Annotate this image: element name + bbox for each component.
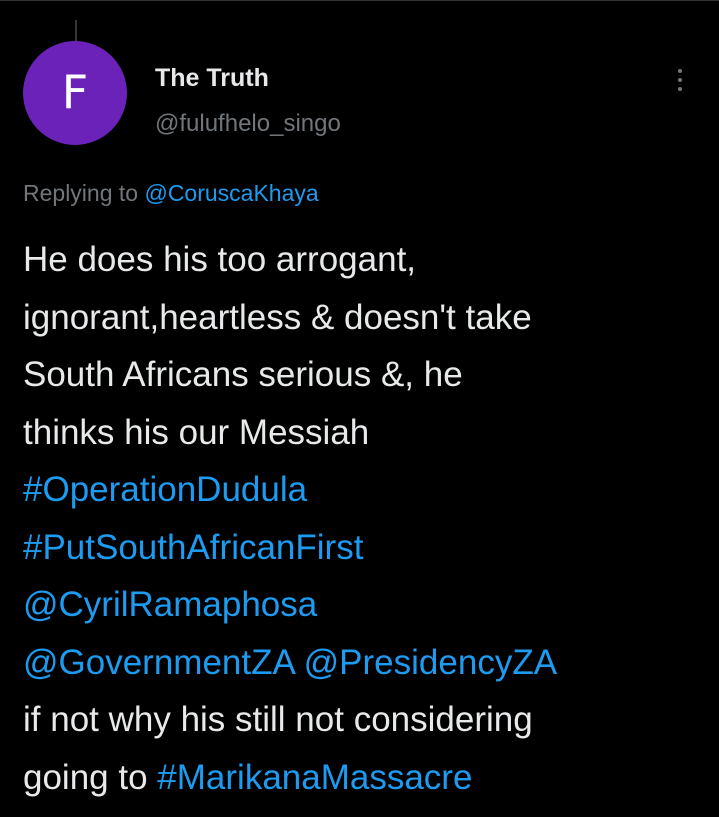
thread-connector-line xyxy=(75,20,77,42)
avatar[interactable]: F xyxy=(23,41,127,145)
tweet-text-line: @CyrilRamaphosa xyxy=(23,576,713,634)
author-handle[interactable]: @fulufhelo_singo xyxy=(155,110,341,138)
tweet-text-line: South Africans serious &, he xyxy=(23,355,463,394)
hashtag-link-operation-dudula[interactable]: #OperationDudula xyxy=(23,470,307,509)
tweet-text-line: ignorant,heartless & doesn't take xyxy=(23,297,532,337)
tweet-text-line: #PutSouthAfricanFirst xyxy=(23,519,713,577)
hashtag-link-marikana-massacre[interactable]: #MarikanaMassacre xyxy=(157,758,472,797)
more-vertical-icon-dot xyxy=(678,78,682,82)
tweet-text-line: He does his too arrogant, xyxy=(23,240,417,279)
more-options-button[interactable] xyxy=(664,62,696,98)
tweet-text-line: thinks his our Messiah xyxy=(23,412,370,452)
replying-to-prefix: Replying to xyxy=(23,180,139,206)
tweet-text: He does his too arrogant, ignorant,heart… xyxy=(23,231,713,806)
mention-link-cyril-ramaphosa[interactable]: @CyrilRamaphosa xyxy=(23,585,317,624)
more-vertical-icon-dot xyxy=(678,87,682,91)
more-vertical-icon xyxy=(678,69,682,73)
author-display-name[interactable]: The Truth xyxy=(155,64,269,93)
mention-link-presidency-za[interactable]: @PresidencyZA xyxy=(304,643,557,682)
avatar-letter: F xyxy=(61,65,89,119)
tweet-text-line: #OperationDudula xyxy=(23,461,713,519)
replying-to: Replying to @CoruscaKhaya xyxy=(23,180,319,207)
hashtag-link-put-south-african-first[interactable]: #PutSouthAfricanFirst xyxy=(23,528,363,567)
top-divider xyxy=(0,0,719,1)
tweet-text-fragment: going to xyxy=(23,757,148,797)
tweet-text-line: if not why his still not considering xyxy=(23,700,533,739)
tweet-text-line: going to #MarikanaMassacre xyxy=(23,749,713,807)
mention-link-government-za[interactable]: @GovernmentZA xyxy=(23,643,294,682)
tweet-text-line: @GovernmentZA @PresidencyZA xyxy=(23,634,713,692)
replying-to-mention-link[interactable]: @CoruscaKhaya xyxy=(144,180,318,206)
